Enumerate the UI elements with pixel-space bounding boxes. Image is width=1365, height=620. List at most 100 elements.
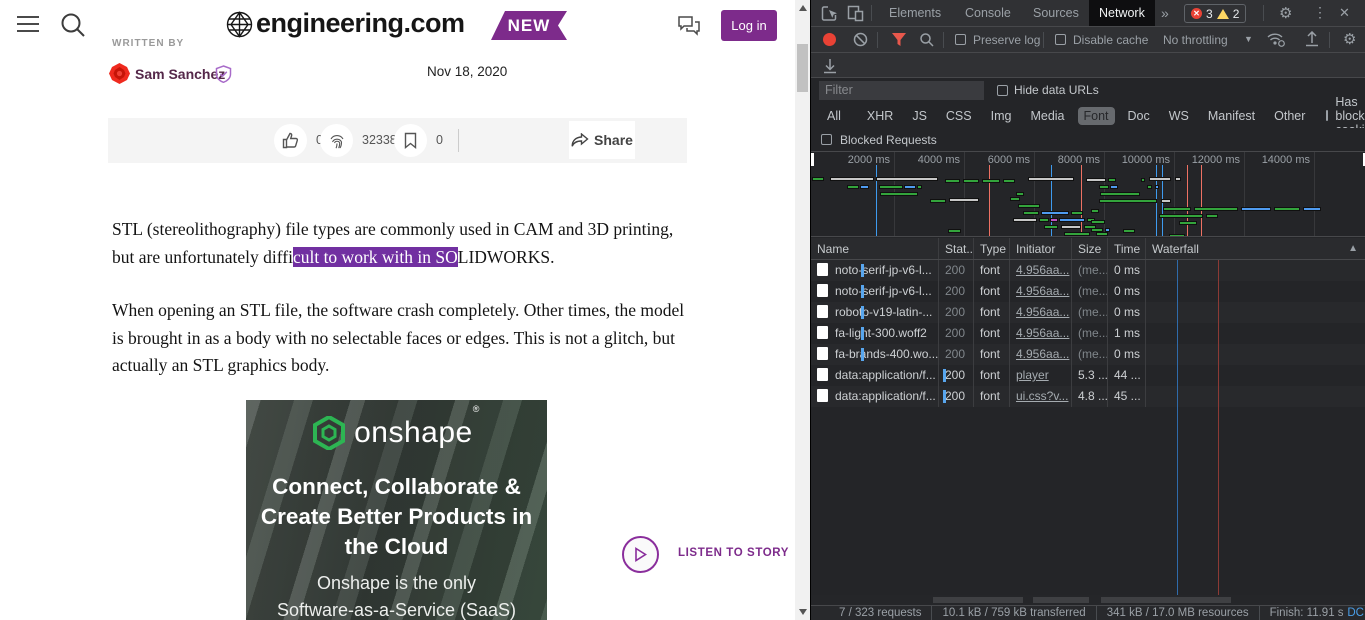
author-avatar[interactable] [109,63,130,84]
listen-to-story-label[interactable]: LISTEN TO STORY [678,547,789,559]
request-bar [876,177,938,181]
filter-chip-img[interactable]: Img [985,107,1018,125]
initiator-link[interactable]: 4.956aa... [1016,284,1069,298]
share-button[interactable]: Share [569,121,635,159]
initiator-link[interactable]: 4.956aa... [1016,347,1069,361]
filter-row: Filter Hide data URLs [811,78,1365,103]
table-row[interactable]: roboto-v19-latin-... 200 font 4.956aa... (me… [811,302,1365,323]
request-name-cell[interactable]: data:application/f... [811,365,939,386]
request-name-cell[interactable]: noto-serif-jp-v6-l... [811,281,939,302]
filter-chip-other[interactable]: Other [1268,107,1311,125]
request-name-cell[interactable]: fa-brands-400.wo... [811,344,939,365]
initiator-link[interactable]: 4.956aa... [1016,263,1069,277]
tab-console[interactable]: Console [955,0,1021,26]
throttling-select[interactable]: No throttling [1163,33,1228,47]
throttling-caret-icon[interactable]: ▼ [1244,34,1253,44]
table-row[interactable]: fa-light-300.woff2 200 font 4.956aa... (me..… [811,323,1365,344]
hamburger-menu-icon[interactable] [17,15,41,35]
table-row[interactable]: data:application/f... 200 font ui.css?v... 4… [811,386,1365,407]
blocked-requests-label[interactable]: Blocked Requests [840,133,937,147]
page-scrollbar[interactable] [795,0,810,620]
listen-play-button[interactable] [622,536,659,573]
type-cell: font [974,365,1010,386]
onshape-ad[interactable]: onshape® Connect, Collaborate & Create B… [246,400,547,620]
tab-network[interactable]: Network [1089,0,1155,26]
search-icon[interactable] [59,11,87,39]
site-logo-globe-icon[interactable] [226,11,253,38]
divider [1258,606,1260,620]
overview-left-handle[interactable] [811,153,814,166]
filter-chip-font[interactable]: Font [1077,106,1115,125]
scrollbar-thumb[interactable] [797,44,808,92]
waterfall-cell [943,386,1365,407]
filter-chip-doc[interactable]: Doc [1122,107,1156,125]
disable-cache-label[interactable]: Disable cache [1073,33,1148,47]
column-header-type[interactable]: Type [974,238,1010,259]
site-brand[interactable]: engineering.com [256,8,465,39]
table-row[interactable]: noto-serif-jp-v6-l... 200 font 4.956aa... (m… [811,260,1365,281]
network-search-icon[interactable] [919,32,934,47]
column-header-initiator[interactable]: Initiator [1010,238,1072,259]
inspect-element-icon[interactable] [821,5,839,22]
close-devtools-icon[interactable]: ✕ [1339,5,1350,21]
bookmark-button[interactable] [394,124,427,157]
column-header-time[interactable]: Time [1108,238,1146,259]
filter-input[interactable]: Filter [819,81,984,100]
settings-gear-icon[interactable]: ⚙ [1279,4,1292,22]
table-row[interactable]: fa-brands-400.wo... 200 font 4.956aa... (me.… [811,344,1365,365]
request-name-cell[interactable]: fa-light-300.woff2 [811,323,939,344]
issues-badge[interactable]: ✕ 3 2 [1184,4,1247,23]
clear-icon[interactable] [853,32,868,47]
initiator-cell: player [1010,365,1072,386]
filter-chip-manifest[interactable]: Manifest [1202,107,1261,125]
preserve-log-checkbox[interactable] [955,34,966,45]
initiator-link[interactable]: ui.css?v... [1016,389,1068,403]
table-row[interactable]: data:application/f... 200 font player 5.3 ..… [811,365,1365,386]
column-header-status[interactable]: Stat... [939,238,974,259]
kebab-menu-icon[interactable]: ⋮ [1313,4,1327,21]
column-header-size[interactable]: Size [1072,238,1108,259]
hide-data-urls-checkbox[interactable] [997,85,1008,96]
has-blocked-cookies-checkbox[interactable] [1326,110,1329,121]
tab-sources[interactable]: Sources [1023,0,1089,26]
more-tabs-chevron[interactable]: » [1151,0,1179,26]
request-name-cell[interactable]: roboto-v19-latin-... [811,302,939,323]
disable-cache-checkbox[interactable] [1055,34,1066,45]
filter-chip-media[interactable]: Media [1024,107,1070,125]
device-toolbar-icon[interactable] [847,5,864,22]
blocked-requests-checkbox[interactable] [821,134,832,145]
initiator-link[interactable]: player [1016,368,1049,382]
network-conditions-icon[interactable] [1267,32,1285,47]
column-header-waterfall[interactable]: Waterfall [1146,238,1365,259]
request-name-cell[interactable]: noto-serif-jp-v6-l... [811,260,939,281]
network-settings-gear-icon[interactable]: ⚙ [1343,30,1356,48]
author-name[interactable]: Sam Sanchez [135,66,225,82]
initiator-cell: 4.956aa... [1010,302,1072,323]
export-har-icon[interactable] [823,58,837,74]
filter-funnel-icon[interactable] [891,32,907,47]
filter-chip-css[interactable]: CSS [940,107,978,125]
table-horizontal-scrollbar[interactable] [811,595,1365,605]
tab-elements[interactable]: Elements [879,0,951,26]
filter-chip-xhr[interactable]: XHR [861,107,899,125]
like-button[interactable] [274,124,307,157]
import-har-icon[interactable] [1305,31,1319,47]
preserve-log-label[interactable]: Preserve log [973,33,1040,47]
scroll-up-arrow[interactable] [798,5,807,11]
article-paragraph: STL (stereolithography) file types are c… [112,219,674,267]
filter-chip-ws[interactable]: WS [1163,107,1195,125]
request-name-cell[interactable]: data:application/f... [811,386,939,407]
comments-icon[interactable] [677,15,701,37]
table-row[interactable]: noto-serif-jp-v6-l... 200 font 4.956aa... (m… [811,281,1365,302]
hide-data-urls-label[interactable]: Hide data URLs [1014,83,1099,97]
filter-chip-js[interactable]: JS [906,107,933,125]
initiator-link[interactable]: 4.956aa... [1016,305,1069,319]
request-bar [963,179,979,183]
login-button[interactable]: Log in [721,10,777,41]
network-overview[interactable]: 2000 ms 4000 ms 6000 ms 8000 ms 10000 ms 1200… [811,152,1365,237]
initiator-link[interactable]: 4.956aa... [1016,326,1069,340]
record-button[interactable] [823,33,836,46]
column-header-name[interactable]: Name [811,238,939,259]
scroll-down-arrow[interactable] [798,609,807,615]
filter-chip-all[interactable]: All [821,107,847,125]
